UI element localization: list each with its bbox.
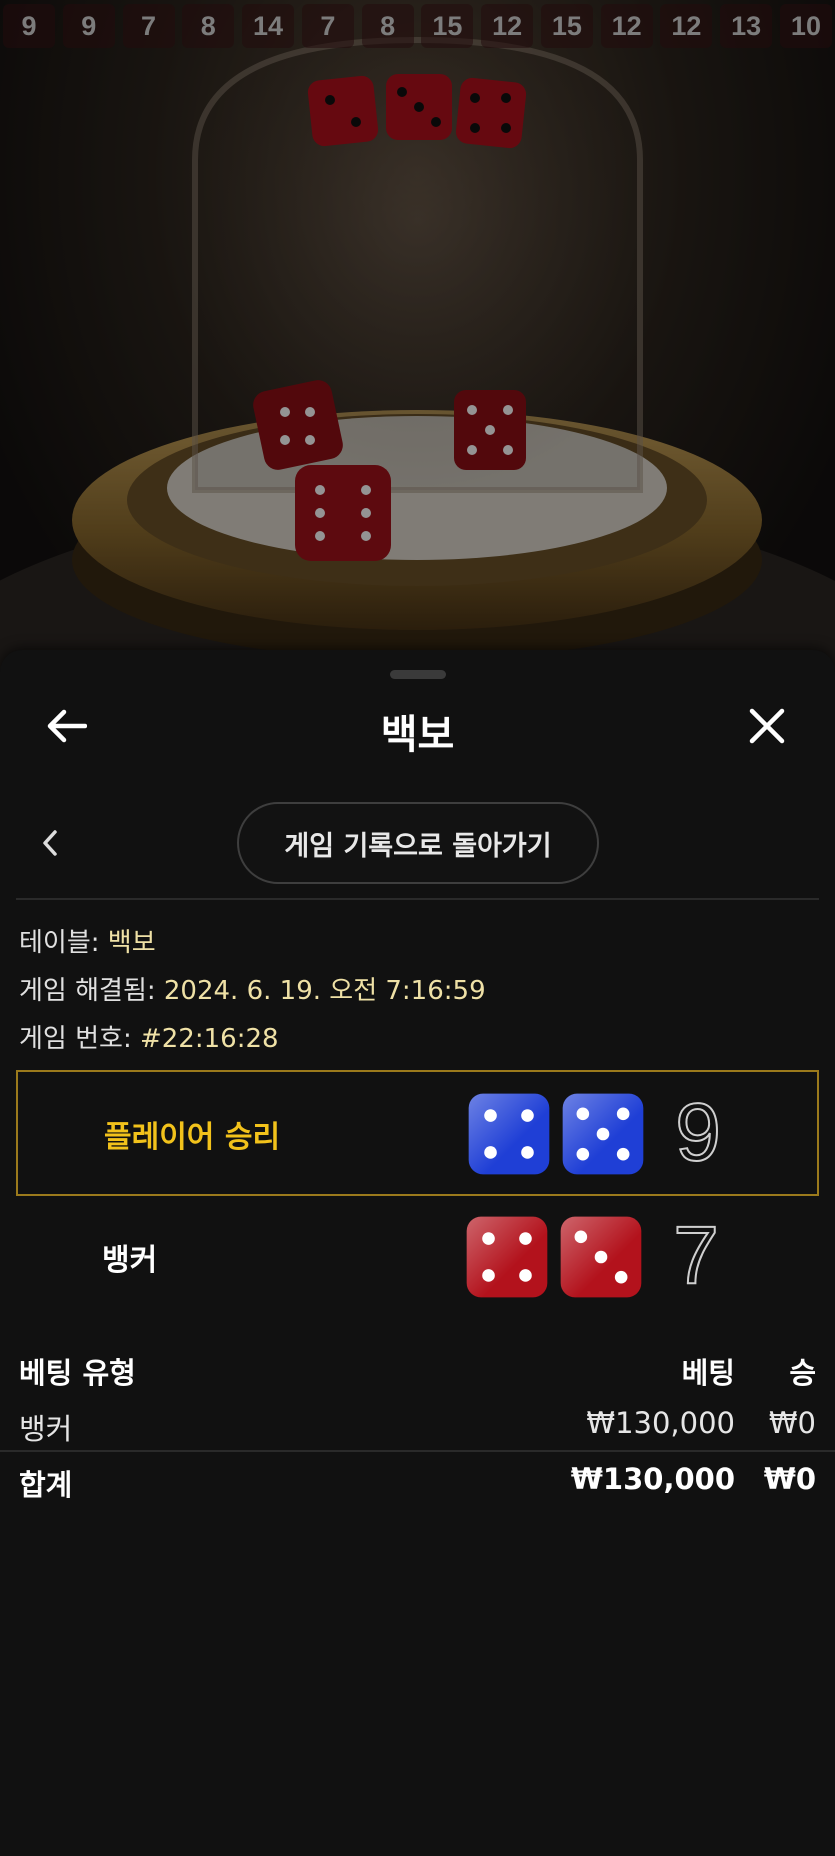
- bets-total-row: 합계 ₩130,000 ₩0: [0, 1452, 835, 1508]
- table-row: 뱅커 ₩130,000 ₩0: [0, 1396, 835, 1452]
- header-bet: 베팅: [681, 1356, 735, 1390]
- banker-result-row: 뱅커 7: [16, 1195, 819, 1321]
- close-icon: [749, 708, 785, 744]
- resolved-label: 게임 해결됨:: [19, 976, 164, 1006]
- die-face-icon: [468, 1093, 550, 1175]
- screen: 9 9 7 8 14 7 8 15 12 15 12 12 13 10 백보 게임 기록으로 돌아가기: [0, 0, 835, 1856]
- player-score: 9: [674, 1087, 722, 1179]
- player-result-row: 플레이어 승리 9: [16, 1070, 819, 1196]
- bet-amount: ₩130,000: [586, 1406, 735, 1440]
- header-win: 승: [789, 1356, 816, 1390]
- total-label: 합계: [19, 1468, 73, 1502]
- player-die-1: [467, 1092, 551, 1176]
- banker-result-label: 뱅커: [102, 1243, 158, 1278]
- die-face-icon: [562, 1093, 644, 1175]
- table-label: 테이블:: [19, 928, 108, 958]
- resolved-value: 2024. 6. 19. 오전 7:16:59: [163, 976, 486, 1006]
- table-value: 백보: [107, 928, 156, 958]
- banker-die-2: [559, 1215, 643, 1299]
- close-button[interactable]: [737, 696, 797, 756]
- table-info: 테이블: 백보: [19, 922, 156, 959]
- back-to-history-button[interactable]: 게임 기록으로 돌아가기: [237, 802, 599, 884]
- die-face-icon: [560, 1216, 642, 1298]
- resolved-info: 게임 해결됨: 2024. 6. 19. 오전 7:16:59: [19, 970, 486, 1007]
- total-bet: ₩130,000: [570, 1462, 735, 1496]
- game-id-value: #22:16:28: [139, 1024, 279, 1054]
- banker-score: 7: [672, 1210, 720, 1302]
- game-id-info: 게임 번호: #22:16:28: [19, 1018, 279, 1055]
- total-win: ₩0: [763, 1462, 816, 1496]
- banker-die-1: [465, 1215, 549, 1299]
- player-result-label: 플레이어 승리: [104, 1120, 281, 1155]
- chevron-left-icon: [43, 830, 57, 856]
- bets-table-header: 베팅 유형 베팅 승: [0, 1340, 835, 1396]
- game-detail-sheet: 백보 게임 기록으로 돌아가기 테이블: 백보 게임 해결됨: 2024. 6.…: [0, 650, 835, 1856]
- header-bet-type: 베팅 유형: [19, 1356, 136, 1390]
- player-die-2: [561, 1092, 645, 1176]
- game-id-label: 게임 번호:: [19, 1024, 140, 1054]
- divider: [16, 898, 819, 900]
- history-nav: 게임 기록으로 돌아가기: [0, 802, 835, 884]
- die-face-icon: [466, 1216, 548, 1298]
- sheet-drag-handle[interactable]: [390, 670, 446, 679]
- previous-game-button[interactable]: [20, 813, 80, 873]
- sheet-title: 백보: [380, 712, 455, 758]
- bet-type: 뱅커: [19, 1412, 73, 1446]
- win-amount: ₩0: [768, 1406, 816, 1440]
